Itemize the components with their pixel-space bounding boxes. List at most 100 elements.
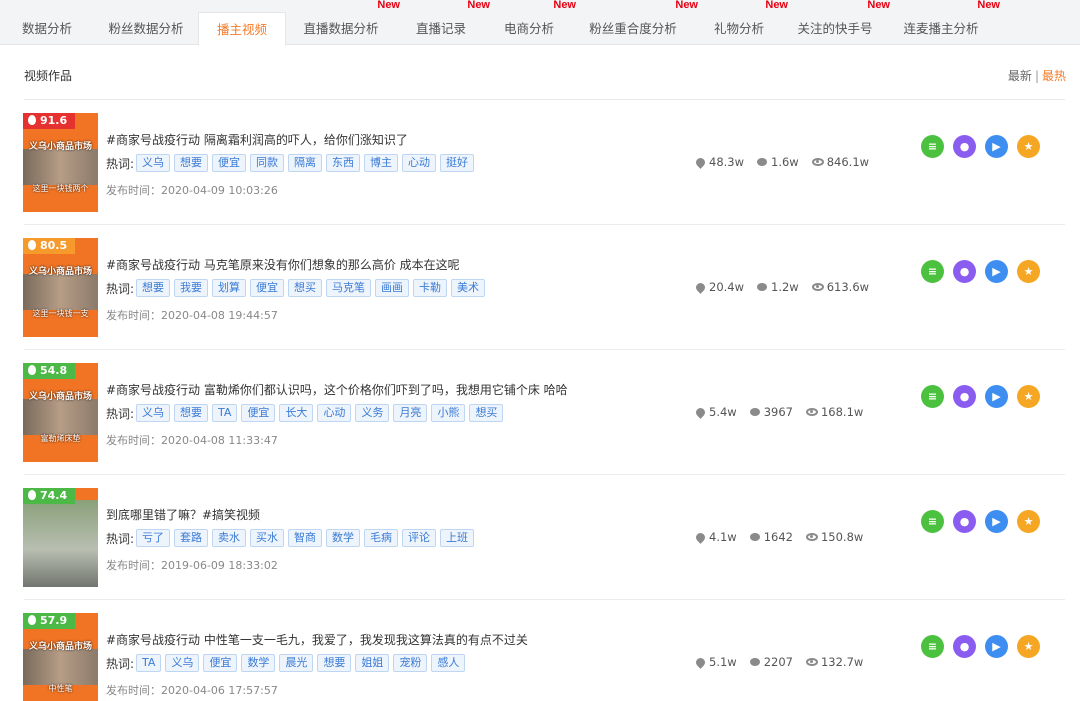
hot-word-tag[interactable]: 挺好 bbox=[440, 154, 475, 172]
hot-word-tag[interactable]: 心动 bbox=[402, 154, 437, 172]
hot-word-tag[interactable]: 毛病 bbox=[364, 529, 399, 547]
hot-word-tag[interactable]: 想买 bbox=[469, 404, 504, 422]
tab-8[interactable]: 礼物分析 New bbox=[694, 0, 788, 45]
video-thumbnail[interactable]: 74.4 bbox=[23, 488, 98, 587]
star-icon[interactable]: ★ bbox=[1017, 635, 1040, 658]
hot-word-tag[interactable]: 长大 bbox=[279, 404, 314, 422]
row-actions: ≡ ● ▶ ★ bbox=[921, 385, 1049, 408]
hot-word-tag[interactable]: 亏了 bbox=[136, 529, 171, 547]
hot-word-tag[interactable]: 博主 bbox=[364, 154, 399, 172]
hot-word-tag[interactable]: 卡勒 bbox=[413, 279, 448, 297]
hot-word-tag[interactable]: 义乌 bbox=[165, 654, 200, 672]
list-icon[interactable]: ≡ bbox=[921, 260, 944, 283]
video-stats: 20.4w 1.2w 613.6w bbox=[694, 280, 882, 294]
thumbnail-caption-top: 义乌小商品市场 bbox=[28, 642, 92, 652]
eye-icon bbox=[811, 283, 824, 291]
comments-count: 2207 bbox=[763, 655, 793, 669]
hot-word-tag[interactable]: 我要 bbox=[174, 279, 209, 297]
list-icon[interactable]: ≡ bbox=[921, 385, 944, 408]
tab-3[interactable]: 播主视频 bbox=[198, 12, 286, 46]
sort-latest-button[interactable]: 最新 bbox=[1008, 69, 1032, 83]
views-stat: 150.8w bbox=[805, 530, 863, 544]
comments-stat: 3967 bbox=[749, 405, 793, 419]
hot-word-tag[interactable]: 上班 bbox=[440, 529, 475, 547]
hot-word-tag[interactable]: 想要 bbox=[174, 404, 209, 422]
star-icon[interactable]: ★ bbox=[1017, 385, 1040, 408]
video-row: 义乌小商品市场 富勒烯床垫 54.8 #商家号战疫行动 富勒烯你们都认识吗，这个… bbox=[0, 350, 1080, 475]
list-icon[interactable]: ≡ bbox=[921, 635, 944, 658]
hot-word-tag[interactable]: 晨光 bbox=[279, 654, 314, 672]
hot-word-tag[interactable]: 美术 bbox=[451, 279, 486, 297]
hot-word-tag[interactable]: 想要 bbox=[317, 654, 352, 672]
hot-word-tag[interactable]: 义乌 bbox=[136, 404, 171, 422]
tab-1[interactable]: 数据分析 bbox=[0, 12, 94, 45]
play-icon[interactable]: ▶ bbox=[985, 135, 1008, 158]
star-icon[interactable]: ★ bbox=[1017, 510, 1040, 533]
hot-word-tag[interactable]: 画画 bbox=[375, 279, 410, 297]
video-thumbnail[interactable]: 义乌小商品市场 这里一块钱两个 91.6 bbox=[23, 113, 98, 212]
users-icon[interactable]: ● bbox=[953, 135, 976, 158]
hot-word-tag[interactable]: 宠粉 bbox=[393, 654, 428, 672]
play-icon[interactable]: ▶ bbox=[985, 385, 1008, 408]
video-title[interactable]: #商家号战疫行动 富勒烯你们都认识吗，这个价格你们吓到了吗，我想用它铺个床 哈哈 bbox=[106, 381, 568, 398]
tab-6[interactable]: 电商分析 New bbox=[486, 0, 576, 45]
hot-word-tag[interactable]: 隔离 bbox=[288, 154, 323, 172]
tab-5[interactable]: 直播记录 New bbox=[396, 0, 490, 45]
hot-word-tag[interactable]: 买水 bbox=[250, 529, 285, 547]
play-icon[interactable]: ▶ bbox=[985, 635, 1008, 658]
hot-word-tag[interactable]: 感人 bbox=[431, 654, 466, 672]
users-icon[interactable]: ● bbox=[953, 635, 976, 658]
tab-4[interactable]: 直播数据分析 New bbox=[286, 0, 400, 45]
hot-word-tag[interactable]: 小熊 bbox=[431, 404, 466, 422]
video-title[interactable]: #商家号战疫行动 马克笔原来没有你们想象的那么高价 成本在这呢 bbox=[106, 256, 460, 273]
tab-label: 播主视频 bbox=[216, 22, 267, 37]
hot-word-tag[interactable]: 东西 bbox=[326, 154, 361, 172]
users-icon[interactable]: ● bbox=[953, 260, 976, 283]
users-icon[interactable]: ● bbox=[953, 385, 976, 408]
hot-word-tag[interactable]: 评论 bbox=[402, 529, 437, 547]
list-icon[interactable]: ≡ bbox=[921, 135, 944, 158]
tab-10[interactable]: 连麦播主分析 New bbox=[886, 0, 1000, 45]
play-icon[interactable]: ▶ bbox=[985, 260, 1008, 283]
hot-word-tag[interactable]: 智商 bbox=[288, 529, 323, 547]
video-thumbnail[interactable]: 义乌小商品市场 富勒烯床垫 54.8 bbox=[23, 363, 98, 462]
tab-9[interactable]: 关注的快手号 New bbox=[784, 0, 890, 45]
sort-hot-button[interactable]: 最热 bbox=[1042, 69, 1066, 83]
hot-word-tag[interactable]: 马克笔 bbox=[326, 279, 372, 297]
score-badge: 54.8 bbox=[23, 363, 76, 379]
video-thumbnail[interactable]: 义乌小商品市场 这里一块钱一支 80.5 bbox=[23, 238, 98, 337]
hot-word-tag[interactable]: TA bbox=[212, 404, 238, 422]
star-icon[interactable]: ★ bbox=[1017, 135, 1040, 158]
tab-2[interactable]: 粉丝数据分析 bbox=[94, 12, 198, 45]
hot-word-tag[interactable]: 套路 bbox=[174, 529, 209, 547]
hot-word-tag[interactable]: 义乌 bbox=[136, 154, 171, 172]
tab-label: 数据分析 bbox=[21, 21, 72, 36]
hot-word-tag[interactable]: 数学 bbox=[326, 529, 361, 547]
hot-word-tag[interactable]: 便宜 bbox=[241, 404, 276, 422]
hot-word-tag[interactable]: 卖水 bbox=[212, 529, 247, 547]
hot-word-tag[interactable]: 数学 bbox=[241, 654, 276, 672]
hot-word-tag[interactable]: 便宜 bbox=[250, 279, 285, 297]
hot-word-tag[interactable]: 姐姐 bbox=[355, 654, 390, 672]
hot-word-tag[interactable]: 便宜 bbox=[203, 654, 238, 672]
video-title[interactable]: #商家号战疫行动 中性笔一支一毛九，我爱了，我发现我这算法真的有点不过关 bbox=[106, 631, 528, 648]
video-title[interactable]: 到底哪里错了嘛？#搞笑视频 bbox=[106, 506, 260, 523]
star-icon[interactable]: ★ bbox=[1017, 260, 1040, 283]
video-thumbnail[interactable]: 义乌小商品市场 中性笔 57.9 bbox=[23, 613, 98, 701]
play-icon[interactable]: ▶ bbox=[985, 510, 1008, 533]
hot-word-tag[interactable]: 义务 bbox=[355, 404, 390, 422]
tab-7[interactable]: 粉丝重合度分析 New bbox=[572, 0, 698, 45]
video-stats: 4.1w 1642 150.8w bbox=[694, 530, 876, 544]
video-title[interactable]: #商家号战疫行动 隔离霜利润高的吓人，给你们涨知识了 bbox=[106, 131, 408, 148]
hot-word-tag[interactable]: 月亮 bbox=[393, 404, 428, 422]
hot-word-tag[interactable]: 想要 bbox=[136, 279, 171, 297]
list-icon[interactable]: ≡ bbox=[921, 510, 944, 533]
hot-word-tag[interactable]: 想要 bbox=[174, 154, 209, 172]
hot-word-tag[interactable]: 便宜 bbox=[212, 154, 247, 172]
hot-word-tag[interactable]: 想买 bbox=[288, 279, 323, 297]
hot-word-tag[interactable]: TA bbox=[136, 654, 162, 672]
hot-word-tag[interactable]: 心动 bbox=[317, 404, 352, 422]
hot-word-tag[interactable]: 划算 bbox=[212, 279, 247, 297]
users-icon[interactable]: ● bbox=[953, 510, 976, 533]
hot-word-tag[interactable]: 同款 bbox=[250, 154, 285, 172]
